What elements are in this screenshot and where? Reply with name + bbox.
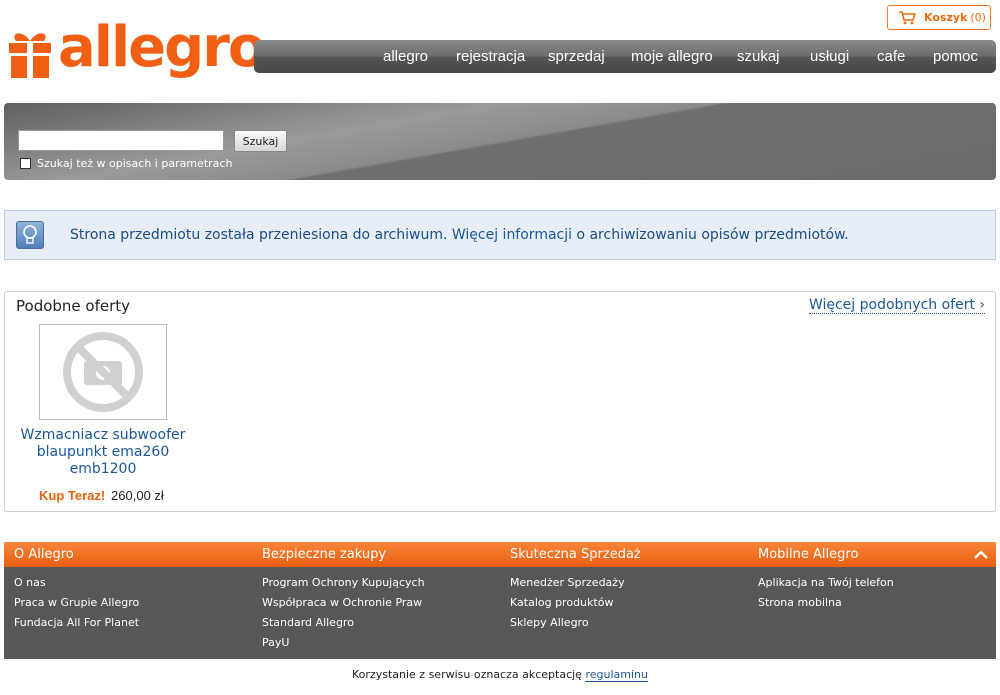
footer-link-menedzer[interactable]: Menedżer Sprzedaży	[510, 576, 625, 589]
footer-link-katalog[interactable]: Katalog produktów	[510, 596, 613, 609]
footer-link-program-ochrony[interactable]: Program Ochrony Kupujących	[262, 576, 425, 589]
nav-item-allegro[interactable]: allegro	[383, 48, 428, 65]
cart-icon	[899, 10, 916, 24]
offer-thumbnail[interactable]	[39, 324, 167, 420]
allegro-logo[interactable]: allegro	[8, 15, 266, 91]
search-input[interactable]	[18, 130, 224, 151]
notice-text-after: o archiwizowaniu opisów przedmiotów.	[572, 227, 849, 243]
nav-item-moje-allegro[interactable]: moje allegro	[631, 48, 713, 65]
footer-link-aplikacja[interactable]: Aplikacja na Twój telefon	[758, 576, 894, 589]
footer-link-praca[interactable]: Praca w Grupie Allegro	[14, 596, 139, 609]
collapse-up-icon[interactable]	[974, 549, 988, 559]
notice-text-before: Strona przedmiotu została przeniesiona d…	[70, 227, 452, 243]
footer-title-skuteczna-sprzedaz: Skuteczna Sprzedaż	[510, 547, 641, 562]
nav-item-pomoc[interactable]: pomoc	[933, 48, 978, 65]
nav-item-cafe[interactable]: cafe	[877, 48, 905, 65]
offer-price: 260,00 zł	[111, 488, 164, 503]
footer-link-payu[interactable]: PayU	[262, 636, 289, 649]
footer-title-o-allegro: O Allegro	[14, 547, 74, 562]
cart-button[interactable]: Koszyk (0)	[887, 5, 991, 30]
more-similar-offers-link[interactable]: Więcej podobnych ofert ›	[808, 297, 985, 314]
legal-notice: Korzystanie z serwisu oznacza akceptację…	[0, 668, 1000, 682]
footer-link-o-nas[interactable]: O nas	[14, 576, 46, 589]
buy-now-label: Kup Teraz!	[39, 488, 106, 503]
nav-item-uslugi[interactable]: usługi	[810, 48, 849, 65]
notice-text: Strona przedmiotu została przeniesiona d…	[70, 227, 849, 243]
archive-notice: Strona przedmiotu została przeniesiona d…	[4, 210, 996, 260]
footer-links: O nas Praca w Grupie Allegro Fundacja Al…	[4, 567, 996, 659]
search-descriptions-label: Szukaj też w opisach i parametrach	[37, 157, 233, 170]
footer-link-standard[interactable]: Standard Allegro	[262, 616, 354, 629]
search-descriptions-checkbox[interactable]	[20, 158, 31, 169]
terms-link[interactable]: regulaminu	[585, 668, 648, 682]
footer-link-fundacja[interactable]: Fundacja All For Planet	[14, 616, 139, 629]
no-image-icon	[63, 332, 143, 412]
footer-title-bezpieczne-zakupy: Bezpieczne zakupy	[262, 547, 387, 562]
main-nav: allegro rejestracja sprzedaj moje allegr…	[254, 40, 996, 73]
legal-text: Korzystanie z serwisu oznacza akceptację	[352, 668, 586, 681]
footer-title-mobilne-allegro: Mobilne Allegro	[758, 547, 859, 562]
similar-offers-title: Podobne oferty	[16, 297, 131, 315]
search-button[interactable]: Szukaj	[234, 130, 287, 152]
footer-link-sklepy[interactable]: Sklepy Allegro	[510, 616, 589, 629]
footer-link-wspolpraca[interactable]: Współpraca w Ochronie Praw	[262, 596, 422, 609]
footer-header: O Allegro Bezpieczne zakupy Skuteczna Sp…	[4, 542, 996, 567]
more-info-link[interactable]: Więcej informacji	[452, 227, 572, 243]
nav-item-rejestracja[interactable]: rejestracja	[456, 48, 525, 65]
cart-count: (0)	[970, 11, 986, 24]
footer-link-strona-mobilna[interactable]: Strona mobilna	[758, 596, 842, 609]
search-bar: Szukaj Szukaj też w opisach i parametrac…	[4, 103, 996, 180]
offer-price-row: Kup Teraz! 260,00 zł	[39, 488, 164, 503]
logo-wordmark: allegro	[58, 15, 266, 80]
nav-item-szukaj[interactable]: szukaj	[737, 48, 780, 65]
similar-offers: Podobne oferty Więcej podobnych ofert › …	[4, 291, 996, 512]
gift-icon	[9, 33, 51, 78]
offer-title-link[interactable]: Wzmacniacz subwoofer blaupunkt ema260 em…	[17, 427, 189, 478]
lightbulb-icon	[16, 221, 44, 249]
nav-item-sprzedaj[interactable]: sprzedaj	[548, 48, 605, 65]
cart-label: Koszyk	[924, 11, 968, 24]
